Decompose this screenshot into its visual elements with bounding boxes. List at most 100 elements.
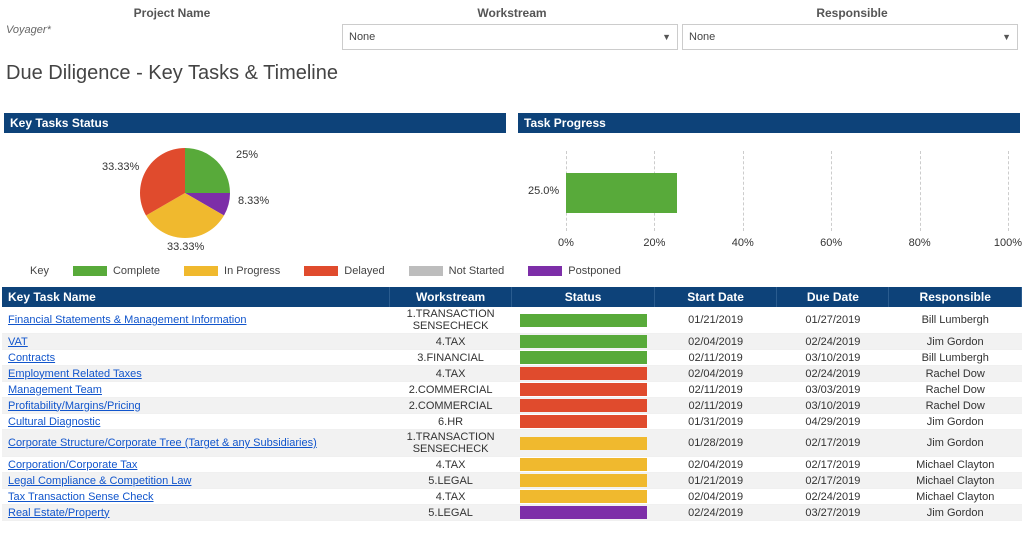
pie-label-postponed: 8.33% [238, 195, 269, 207]
cell-start: 01/21/2019 [654, 473, 776, 489]
task-link[interactable]: Profitability/Margins/Pricing [8, 400, 141, 412]
cell-responsible: Rachel Dow [889, 366, 1022, 382]
cell-start: 02/04/2019 [654, 457, 776, 473]
cell-status [512, 457, 655, 473]
workstream-label: Workstream [342, 4, 682, 24]
chevron-down-icon: ▼ [1002, 32, 1011, 42]
bar-chart: 25.0% 0% 20% 40% 60% 80% 100% [518, 133, 1020, 255]
cell-status [512, 382, 655, 398]
th-status: Status [512, 287, 655, 307]
cell-due: 02/24/2019 [777, 366, 889, 382]
table-row: Contracts3.FINANCIAL02/11/201903/10/2019… [2, 350, 1022, 366]
table-row: Real Estate/Property5.LEGAL02/24/201903/… [2, 505, 1022, 521]
swatch-delayed [304, 266, 338, 276]
task-link[interactable]: Contracts [8, 352, 55, 364]
cell-status [512, 489, 655, 505]
table-row: Tax Transaction Sense Check4.TAX02/04/20… [2, 489, 1022, 505]
task-link[interactable]: Employment Related Taxes [8, 368, 142, 380]
cell-responsible: Bill Lumbergh [889, 350, 1022, 366]
cell-due: 02/17/2019 [777, 457, 889, 473]
bar-tick-40: 40% [732, 237, 754, 249]
task-link[interactable]: VAT [8, 336, 28, 348]
status-bar [520, 367, 647, 380]
cell-start: 02/11/2019 [654, 398, 776, 414]
pie-label-inprogress: 33.33% [167, 241, 204, 253]
bar-tick-0: 0% [558, 237, 574, 249]
responsible-dropdown-value: None [689, 31, 715, 43]
cell-due: 03/03/2019 [777, 382, 889, 398]
th-due: Due Date [777, 287, 889, 307]
project-name-label: Project Name [2, 4, 342, 24]
cell-status [512, 414, 655, 430]
task-link[interactable]: Legal Compliance & Competition Law [8, 475, 191, 487]
task-link[interactable]: Real Estate/Property [8, 507, 110, 519]
project-name-value: Voyager* [2, 24, 342, 36]
workstream-dropdown[interactable]: None ▼ [342, 24, 678, 50]
cell-start: 02/04/2019 [654, 334, 776, 350]
task-progress-title: Task Progress [518, 113, 1020, 133]
status-bar [520, 437, 647, 450]
page-title: Due Diligence - Key Tasks & Timeline [2, 50, 1022, 113]
key-tasks-status-panel: Key Tasks Status 25% 8.33% 33.33% 33.33% [4, 113, 506, 255]
swatch-complete [73, 266, 107, 276]
task-link[interactable]: Corporate Structure/Corporate Tree (Targ… [8, 437, 317, 449]
cell-start: 02/04/2019 [654, 366, 776, 382]
cell-workstream: 5.LEGAL [389, 473, 511, 489]
task-link[interactable]: Corporation/Corporate Tax [8, 459, 137, 471]
legend-delayed: Delayed [344, 265, 384, 277]
cell-due: 02/24/2019 [777, 334, 889, 350]
task-link[interactable]: Cultural Diagnostic [8, 416, 100, 428]
cell-workstream: 5.LEGAL [389, 505, 511, 521]
cell-workstream: 2.COMMERCIAL [389, 398, 511, 414]
cell-status [512, 366, 655, 382]
cell-status [512, 430, 655, 457]
cell-responsible: Michael Clayton [889, 473, 1022, 489]
cell-due: 02/24/2019 [777, 489, 889, 505]
responsible-label: Responsible [682, 4, 1022, 24]
task-progress-panel: Task Progress 25.0% 0% 20% 40% 60% 80% 1… [518, 113, 1020, 255]
legend-notstarted: Not Started [449, 265, 505, 277]
cell-due: 03/10/2019 [777, 398, 889, 414]
bar-tick-100: 100% [994, 237, 1022, 249]
responsible-dropdown[interactable]: None ▼ [682, 24, 1018, 50]
cell-workstream: 4.TAX [389, 366, 511, 382]
cell-start: 01/21/2019 [654, 307, 776, 334]
bar-tick-20: 20% [643, 237, 665, 249]
cell-responsible: Michael Clayton [889, 457, 1022, 473]
task-link[interactable]: Management Team [8, 384, 102, 396]
bar-tick-60: 60% [820, 237, 842, 249]
key-tasks-status-title: Key Tasks Status [4, 113, 506, 133]
cell-due: 03/10/2019 [777, 350, 889, 366]
th-workstream: Workstream [389, 287, 511, 307]
status-bar [520, 415, 647, 428]
cell-responsible: Rachel Dow [889, 382, 1022, 398]
cell-workstream: 4.TAX [389, 334, 511, 350]
task-link[interactable]: Tax Transaction Sense Check [8, 491, 154, 503]
legend-key-label: Key [30, 265, 49, 277]
cell-responsible: Jim Gordon [889, 414, 1022, 430]
bar-value-label: 25.0% [528, 185, 559, 197]
cell-due: 03/27/2019 [777, 505, 889, 521]
tasks-table: Key Task Name Workstream Status Start Da… [2, 287, 1022, 521]
legend-complete: Complete [113, 265, 160, 277]
pie-chart: 25% 8.33% 33.33% 33.33% [4, 133, 506, 255]
cell-workstream: 2.COMMERCIAL [389, 382, 511, 398]
th-start: Start Date [654, 287, 776, 307]
status-bar [520, 490, 647, 503]
cell-status [512, 473, 655, 489]
status-bar [520, 399, 647, 412]
cell-start: 02/11/2019 [654, 382, 776, 398]
table-row: Corporate Structure/Corporate Tree (Targ… [2, 430, 1022, 457]
cell-status [512, 505, 655, 521]
cell-start: 02/11/2019 [654, 350, 776, 366]
status-bar [520, 474, 647, 487]
pie-label-complete: 25% [236, 149, 258, 161]
cell-status [512, 350, 655, 366]
legend-postponed: Postponed [568, 265, 621, 277]
table-row: Financial Statements & Management Inform… [2, 307, 1022, 334]
status-bar [520, 383, 647, 396]
task-link[interactable]: Financial Statements & Management Inform… [8, 314, 246, 326]
workstream-dropdown-value: None [349, 31, 375, 43]
swatch-postponed [528, 266, 562, 276]
th-name: Key Task Name [2, 287, 389, 307]
